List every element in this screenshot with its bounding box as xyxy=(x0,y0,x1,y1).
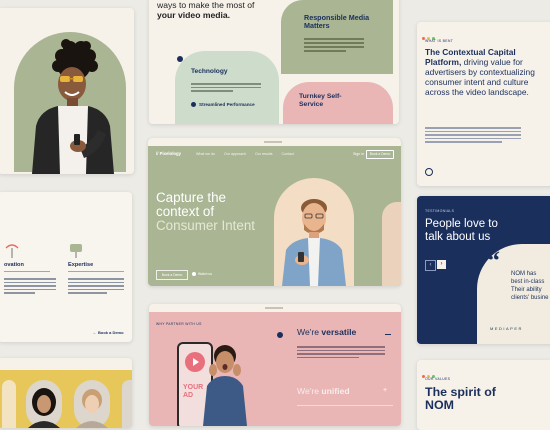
versatile-body xyxy=(297,344,385,360)
testimonial-text: NOM has best in-class Their ability clie… xyxy=(511,271,549,301)
turnkey-title: Turnkey Self- Service xyxy=(299,93,342,108)
technology-panel: Technology Streamlined Performance xyxy=(175,51,279,124)
contextual-heading: The Contextual Capital Platform, driving… xyxy=(425,47,535,97)
expertise-title: Expertise xyxy=(68,262,94,268)
testimonials-eyebrow: TESTIMONIALS xyxy=(425,209,455,213)
partner-card: WHY PARTNER WITH US YOUR AD We're versat… xyxy=(149,304,401,426)
hero-card: // Pixelology What we do Our approach Ou… xyxy=(148,138,401,286)
innovation-title: ovation xyxy=(4,262,24,268)
next-button[interactable]: › xyxy=(437,260,446,269)
intro-text: ways to make the most of your video medi… xyxy=(157,0,255,20)
contextual-card: WHAT IS BENT The Contextual Capital Plat… xyxy=(417,22,550,186)
innovation-divider xyxy=(4,271,50,272)
contextual-body-lines xyxy=(425,125,521,145)
contextual-eyebrow: WHAT IS BENT xyxy=(425,39,454,43)
values-eyebrow: OUR VALUES xyxy=(425,377,451,381)
responsible-title: Responsible Media Matters xyxy=(304,13,370,31)
nav-item-contact[interactable]: Contact xyxy=(282,152,294,156)
team-card xyxy=(0,358,132,428)
nav-item-what-we-do[interactable]: What we do xyxy=(196,152,215,156)
book-demo-button[interactable]: Book a Demo xyxy=(156,270,188,280)
team-photo-2 xyxy=(26,380,62,428)
responsible-panel: Responsible Media Matters xyxy=(281,0,393,74)
partner-eyebrow: WHY PARTNER WITH US xyxy=(156,322,202,326)
partner-topbar xyxy=(149,304,401,312)
prev-button[interactable]: ‹ xyxy=(425,260,436,271)
features-card: ways to make the most of your video medi… xyxy=(149,0,399,124)
woman-surprised-image xyxy=(203,345,247,426)
turnkey-panel: Turnkey Self- Service xyxy=(283,82,393,124)
responsible-body xyxy=(304,36,364,66)
streamlined-item: Streamlined Performance xyxy=(191,102,255,108)
team-bg xyxy=(0,370,132,428)
hero-photo-frame xyxy=(274,178,354,286)
unified-row[interactable]: We're unified xyxy=(297,386,350,396)
man-with-phone-image xyxy=(282,199,346,286)
man-portrait-image xyxy=(32,39,114,174)
team-photo-4 xyxy=(122,380,132,428)
hero-nav: What we do Our approach Our results Cont… xyxy=(196,152,294,156)
technology-body xyxy=(191,81,261,94)
contextual-link[interactable] xyxy=(425,163,449,186)
step-marker-1 xyxy=(277,332,283,338)
testimonials-card: TESTIMONIALS People love to talk about u… xyxy=(417,196,550,344)
testimonial-signature: MEDIAPER xyxy=(490,326,523,331)
expertise-divider xyxy=(68,271,124,272)
arrow-right-icon: → xyxy=(92,330,96,335)
watch-button[interactable]: Watch us xyxy=(192,272,212,277)
expertise-body xyxy=(68,276,124,296)
plant-icon xyxy=(5,244,19,258)
portrait-card xyxy=(0,8,134,174)
hero-headline: Capture the context of Consumer Intent xyxy=(156,190,255,233)
nav-item-approach[interactable]: Our approach xyxy=(224,152,246,156)
check-icon xyxy=(191,102,196,108)
partner-divider xyxy=(297,405,393,406)
expand-icon[interactable]: + xyxy=(383,387,387,394)
play-icon xyxy=(192,272,196,277)
hero-topbar xyxy=(148,138,401,146)
quote-icon: “ xyxy=(487,246,500,275)
signin-link[interactable]: Sign in xyxy=(353,152,364,156)
team-photo-3 xyxy=(74,380,110,428)
tree-icon xyxy=(70,244,82,258)
nav-item-results[interactable]: Our results xyxy=(255,152,273,156)
values-card: OUR VALUES The spirit of NOM xyxy=(417,360,550,430)
arrow-icon xyxy=(425,168,433,176)
testimonials-title: People love to talk about us xyxy=(425,218,498,243)
hero-logo[interactable]: // Pixelology xyxy=(156,151,181,156)
versatile-row[interactable]: We're versatile xyxy=(297,327,356,337)
values-title: The spirit of NOM xyxy=(425,385,496,412)
testimonial-quote-card: “ NOM has best in-class Their ability cl… xyxy=(477,244,550,344)
topbar-url xyxy=(264,141,282,143)
innovation-link[interactable]: → Book a Demo xyxy=(92,330,124,335)
team-photo-1 xyxy=(2,380,16,428)
hero-cta-button[interactable]: Book a Demo xyxy=(366,150,394,159)
innovation-card: ovation Expertise → Book a Demo xyxy=(0,192,132,342)
technology-title: Technology xyxy=(191,68,228,75)
collapse-icon[interactable] xyxy=(385,334,391,335)
innovation-body xyxy=(4,276,56,296)
hero-pink-arch xyxy=(382,202,401,286)
